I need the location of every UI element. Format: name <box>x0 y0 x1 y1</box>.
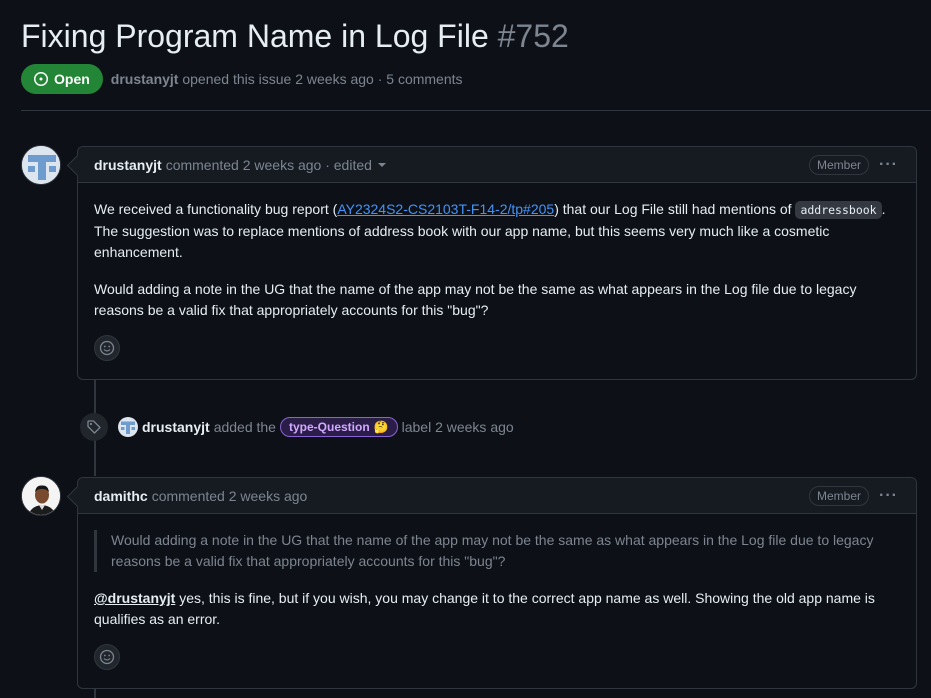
kebab-menu-icon[interactable]: ··· <box>879 156 898 174</box>
text: ) that our Log File still had mentions o… <box>554 201 796 217</box>
header-divider <box>21 110 931 111</box>
comment-header: drustanyjt commented 2 weeks ago · edite… <box>78 147 916 183</box>
comment-body: We received a functionality bug report (… <box>78 183 916 377</box>
comment: drustanyjt commented 2 weeks ago · edite… <box>77 146 917 380</box>
status-label: Open <box>54 71 90 87</box>
avatar[interactable] <box>21 145 61 185</box>
event-action: added the <box>213 419 276 435</box>
comment-author[interactable]: damithc <box>94 488 148 504</box>
kebab-menu-icon[interactable]: ··· <box>879 487 898 505</box>
issue-reference-link[interactable]: AY2324S2-CS2103T-F14-2/tp#205 <box>337 201 554 217</box>
user-mention-link[interactable]: @drustanyjt <box>94 590 175 606</box>
profile-photo-icon <box>22 477 60 515</box>
issue-open-icon <box>34 72 48 86</box>
comment-body: Would adding a note in the UG that the n… <box>78 514 916 686</box>
comment-timestamp[interactable]: commented 2 weeks ago <box>152 488 308 504</box>
avatar[interactable] <box>118 417 138 437</box>
role-badge: Member <box>809 154 870 175</box>
blockquote: Would adding a note in the UG that the n… <box>94 530 900 572</box>
comment: damithc commented 2 weeks ago Member ···… <box>77 477 917 689</box>
status-badge: Open <box>21 64 103 94</box>
comment-paragraph: @drustanyjt yes, this is fine, but if yo… <box>94 588 900 630</box>
comment-header: damithc commented 2 weeks ago Member ··· <box>78 478 916 514</box>
event-suffix: label 2 weeks ago <box>401 419 514 435</box>
issue-meta-detail: opened this issue 2 weeks ago · 5 commen… <box>182 71 463 87</box>
event-author[interactable]: drustanyjt <box>142 419 210 435</box>
comment-timestamp[interactable]: commented 2 weeks ago · edited <box>166 157 372 173</box>
comment-paragraph: We received a functionality bug report (… <box>94 199 900 263</box>
identicon-avatar-icon <box>118 417 138 437</box>
add-reaction-button[interactable] <box>94 335 120 361</box>
text: yes, this is fine, but if you wish, you … <box>94 590 875 627</box>
tag-icon <box>87 420 101 434</box>
comment-author[interactable]: drustanyjt <box>94 157 162 173</box>
inline-code: addressbook <box>795 201 882 219</box>
label-pill[interactable]: type-Question 🤔 <box>279 417 398 437</box>
issue-meta-text: drustanyjt opened this issue 2 weeks ago… <box>111 71 463 87</box>
issue-title: Fixing Program Name in Log File #752 <box>21 14 931 58</box>
issue-author-link[interactable]: drustanyjt <box>111 71 179 87</box>
add-reaction-button[interactable] <box>94 644 120 670</box>
issue-number: #752 <box>497 18 569 54</box>
issue-meta: Open drustanyjt opened this issue 2 week… <box>21 64 931 94</box>
identicon-avatar-icon <box>22 146 60 184</box>
text: We received a functionality bug report ( <box>94 201 338 217</box>
label-name: type-Question <box>288 420 370 434</box>
issue-header: Fixing Program Name in Log File #752 Ope… <box>21 14 931 94</box>
timeline-line <box>94 688 96 698</box>
label-event: drustanyjt added the type-Question 🤔 lab… <box>80 413 514 441</box>
event-badge <box>80 413 108 441</box>
chevron-down-icon[interactable] <box>377 162 386 167</box>
comment-paragraph: Would adding a note in the UG that the n… <box>94 281 857 318</box>
smiley-icon <box>99 649 115 665</box>
label-emoji: 🤔 <box>373 420 389 434</box>
issue-title-text: Fixing Program Name in Log File <box>21 18 489 54</box>
role-badge: Member <box>809 485 870 506</box>
smiley-icon <box>99 340 115 356</box>
avatar[interactable] <box>21 476 61 516</box>
